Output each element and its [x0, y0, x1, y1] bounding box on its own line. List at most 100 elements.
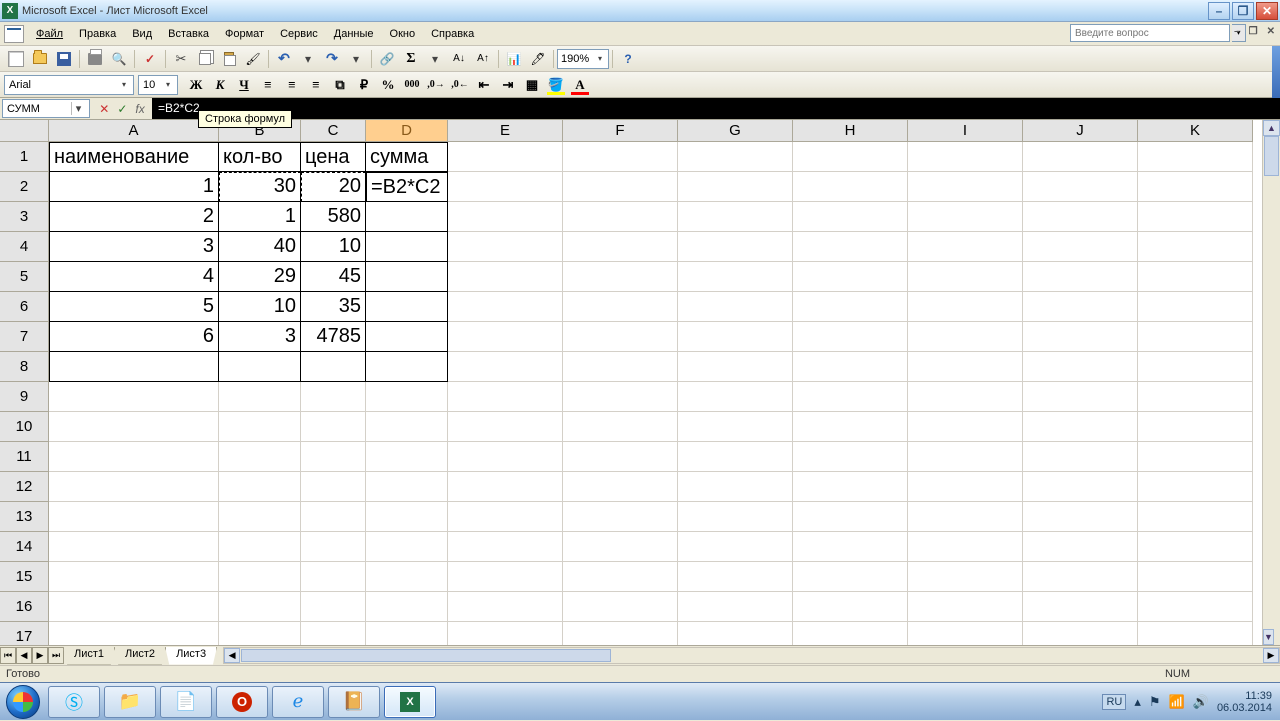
decrease-indent-button[interactable]: ⇤	[473, 74, 495, 96]
cell-B9[interactable]	[219, 382, 301, 412]
col-header-I[interactable]: I	[908, 120, 1023, 142]
cell-K5[interactable]	[1138, 262, 1253, 292]
cell-J2[interactable]	[1023, 172, 1138, 202]
new-button[interactable]	[5, 48, 27, 70]
cell-K17[interactable]	[1138, 622, 1253, 645]
cell-D12[interactable]	[366, 472, 448, 502]
cell-C11[interactable]	[301, 442, 366, 472]
cell-J15[interactable]	[1023, 562, 1138, 592]
cell-I13[interactable]	[908, 502, 1023, 532]
copy-button[interactable]	[194, 48, 216, 70]
cell-J7[interactable]	[1023, 322, 1138, 352]
row-header-17[interactable]: 17	[0, 622, 49, 645]
cell-E1[interactable]	[448, 142, 563, 172]
cancel-formula-button[interactable]: ✕	[99, 102, 109, 116]
cell-E11[interactable]	[448, 442, 563, 472]
worksheet[interactable]: ABCDEFGHIJK 1234567891011121314151617 на…	[0, 120, 1280, 645]
cell-F7[interactable]	[563, 322, 678, 352]
currency-button[interactable]: ₽	[353, 74, 375, 96]
cell-J8[interactable]	[1023, 352, 1138, 382]
cell-K3[interactable]	[1138, 202, 1253, 232]
cell-J10[interactable]	[1023, 412, 1138, 442]
cell-K9[interactable]	[1138, 382, 1253, 412]
cell-I15[interactable]	[908, 562, 1023, 592]
cell-D17[interactable]	[366, 622, 448, 645]
cell-A5[interactable]: 4	[49, 262, 219, 292]
menu-file[interactable]: Файл	[28, 25, 71, 43]
cell-B13[interactable]	[219, 502, 301, 532]
tray-volume-icon[interactable]: 🔊	[1193, 694, 1209, 710]
menu-data[interactable]: Данные	[326, 25, 382, 43]
cell-I2[interactable]	[908, 172, 1023, 202]
sort-asc-button[interactable]: A↓	[448, 48, 470, 70]
cell-E10[interactable]	[448, 412, 563, 442]
cell-C5[interactable]: 45	[301, 262, 366, 292]
cell-F8[interactable]	[563, 352, 678, 382]
cell-G2[interactable]	[678, 172, 793, 202]
align-left-button[interactable]: ≡	[257, 74, 279, 96]
formula-bar[interactable]: =B2*C2	[152, 98, 1280, 119]
cell-A12[interactable]	[49, 472, 219, 502]
cell-G16[interactable]	[678, 592, 793, 622]
decrease-decimal-button[interactable]: ,0←	[449, 74, 471, 96]
cell-A6[interactable]: 5	[49, 292, 219, 322]
row-header-15[interactable]: 15	[0, 562, 49, 592]
cell-F1[interactable]	[563, 142, 678, 172]
cell-F6[interactable]	[563, 292, 678, 322]
vertical-scrollbar[interactable]: ▲ ▼	[1262, 120, 1280, 645]
close-button[interactable]: ✕	[1256, 2, 1278, 20]
cell-D10[interactable]	[366, 412, 448, 442]
cell-F17[interactable]	[563, 622, 678, 645]
col-header-E[interactable]: E	[448, 120, 563, 142]
cell-E13[interactable]	[448, 502, 563, 532]
cell-G3[interactable]	[678, 202, 793, 232]
cell-J9[interactable]	[1023, 382, 1138, 412]
cell-F13[interactable]	[563, 502, 678, 532]
row-headers[interactable]: 1234567891011121314151617	[0, 142, 49, 645]
cell-grid[interactable]: наименованиекол-воценасумма13020=B2*C221…	[49, 142, 1262, 645]
col-header-A[interactable]: A	[49, 120, 219, 142]
cell-A11[interactable]	[49, 442, 219, 472]
minimize-button[interactable]: –	[1208, 2, 1230, 20]
fill-color-button[interactable]: 🪣	[545, 74, 567, 96]
cell-J4[interactable]	[1023, 232, 1138, 262]
cell-C1[interactable]: цена	[301, 142, 366, 172]
cell-A17[interactable]	[49, 622, 219, 645]
cell-I1[interactable]	[908, 142, 1023, 172]
horizontal-scrollbar[interactable]: ◀ ▶	[223, 647, 1280, 664]
cell-I12[interactable]	[908, 472, 1023, 502]
cell-A3[interactable]: 2	[49, 202, 219, 232]
taskbar-app3[interactable]: 📔	[328, 686, 380, 718]
format-painter-button[interactable]: 🖌	[242, 48, 264, 70]
cell-B8[interactable]	[219, 352, 301, 382]
cell-D15[interactable]	[366, 562, 448, 592]
cell-F16[interactable]	[563, 592, 678, 622]
cell-F14[interactable]	[563, 532, 678, 562]
row-header-11[interactable]: 11	[0, 442, 49, 472]
redo-dropdown[interactable]: ▾	[345, 48, 367, 70]
menu-insert[interactable]: Вставка	[160, 25, 217, 43]
cell-C3[interactable]: 580	[301, 202, 366, 232]
tab-nav-next[interactable]: ▶	[32, 647, 48, 664]
cell-D13[interactable]	[366, 502, 448, 532]
toolbar-grip[interactable]	[1272, 46, 1280, 98]
cell-G13[interactable]	[678, 502, 793, 532]
cell-A1[interactable]: наименование	[49, 142, 219, 172]
row-header-9[interactable]: 9	[0, 382, 49, 412]
scroll-down-button[interactable]: ▼	[1263, 629, 1274, 645]
cell-K4[interactable]	[1138, 232, 1253, 262]
spelling-button[interactable]: ✓	[139, 48, 161, 70]
chart-wizard-button[interactable]: 📊	[503, 48, 525, 70]
cell-D3[interactable]	[366, 202, 448, 232]
cell-C13[interactable]	[301, 502, 366, 532]
align-center-button[interactable]: ≡	[281, 74, 303, 96]
cell-H5[interactable]	[793, 262, 908, 292]
cell-J6[interactable]	[1023, 292, 1138, 322]
sheet-tab-Лист1[interactable]: Лист1	[63, 647, 115, 665]
italic-button[interactable]: К	[209, 74, 231, 96]
cell-B11[interactable]	[219, 442, 301, 472]
cell-G4[interactable]	[678, 232, 793, 262]
increase-decimal-button[interactable]: ,0→	[425, 74, 447, 96]
cell-K12[interactable]	[1138, 472, 1253, 502]
col-header-C[interactable]: C	[301, 120, 366, 142]
